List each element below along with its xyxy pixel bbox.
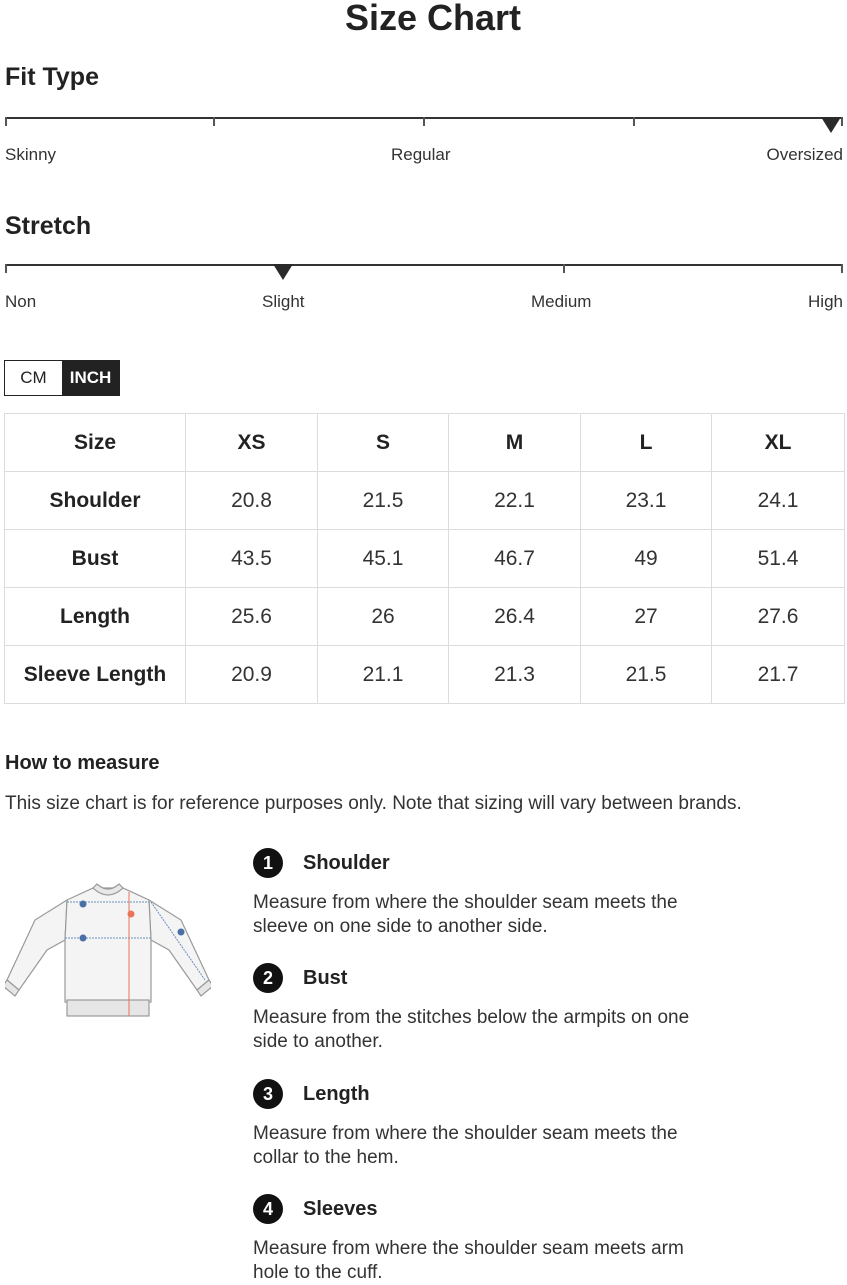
table-cell: 21.5 <box>317 471 449 530</box>
fit-type-tick <box>213 117 215 126</box>
inch-toggle-button[interactable]: INCH <box>62 361 119 395</box>
row-label: Shoulder <box>4 471 186 530</box>
stretch-label-non: Non <box>5 292 37 311</box>
unit-toggle: CM INCH <box>4 360 120 396</box>
table-cell: 45.1 <box>317 529 449 588</box>
table-cell: 46.7 <box>448 529 581 588</box>
measure-step-length: 3 Length Measure from where the shoulder… <box>253 1078 733 1170</box>
table-header-cell: XL <box>711 413 845 472</box>
table-cell: 21.5 <box>580 645 712 704</box>
step-name: Sleeves <box>303 1197 378 1220</box>
stretch-label-slight: Slight <box>262 292 305 311</box>
table-cell: 21.7 <box>711 645 845 704</box>
fit-type-tick <box>5 117 7 126</box>
stretch-tick <box>841 264 843 273</box>
table-cell: 20.8 <box>185 471 318 530</box>
stretch-heading: Stretch <box>5 212 92 240</box>
page-title: Size Chart <box>344 0 522 38</box>
measure-step-shoulder: 1 Shoulder Measure from where the should… <box>253 847 733 939</box>
table-cell: 26 <box>317 587 449 646</box>
fit-type-heading: Fit Type <box>5 63 99 91</box>
table-cell: 20.9 <box>185 645 318 704</box>
table-row: Bust 43.5 45.1 46.7 49 51.4 <box>4 529 845 588</box>
step-name: Bust <box>303 966 348 989</box>
cm-toggle-button[interactable]: CM <box>5 361 62 395</box>
stretch-marker-icon <box>273 264 293 280</box>
row-label: Bust <box>4 529 186 588</box>
table-row: Shoulder 20.8 21.5 22.1 23.1 24.1 <box>4 471 845 530</box>
table-header-cell: Size <box>4 413 186 472</box>
table-cell: 51.4 <box>711 529 845 588</box>
stretch-scale-line <box>5 264 843 266</box>
step-name: Length <box>303 1082 370 1105</box>
stretch-scale: Non Slight Medium High <box>5 264 843 324</box>
step-description: Measure from the stitches below the armp… <box>253 1007 690 1052</box>
step-name: Shoulder <box>303 851 390 874</box>
table-header-cell: M <box>448 413 581 472</box>
stretch-label-high: High <box>808 292 843 311</box>
step-number-icon: 3 <box>253 1079 283 1109</box>
fit-type-tick <box>423 117 425 126</box>
table-cell: 21.3 <box>448 645 581 704</box>
table-cell: 26.4 <box>448 587 581 646</box>
table-cell: 23.1 <box>580 471 712 530</box>
fit-type-label-skinny: Skinny <box>5 145 57 164</box>
table-cell: 25.6 <box>185 587 318 646</box>
how-to-measure-note: This size chart is for reference purpose… <box>5 793 742 814</box>
table-cell: 27.6 <box>711 587 845 646</box>
fit-type-scale: Skinny Regular Oversized <box>5 117 843 177</box>
table-cell: 24.1 <box>711 471 845 530</box>
step-number-icon: 4 <box>253 1194 283 1224</box>
table-row: Length 25.6 26 26.4 27 27.6 <box>4 587 845 646</box>
fit-type-label-oversized: Oversized <box>766 145 843 164</box>
stretch-tick <box>5 264 7 273</box>
table-cell: 43.5 <box>185 529 318 588</box>
measure-step-sleeves: 4 Sleeves Measure from where the shoulde… <box>253 1193 733 1285</box>
table-header-cell: S <box>317 413 449 472</box>
table-header-cell: XS <box>185 413 318 472</box>
table-cell: 22.1 <box>448 471 581 530</box>
table-cell: 27 <box>580 587 712 646</box>
row-label: Sleeve Length <box>4 645 186 704</box>
table-cell: 49 <box>580 529 712 588</box>
step-description: Measure from where the shoulder seam mee… <box>253 892 678 937</box>
table-header-cell: L <box>580 413 712 472</box>
measure-step-bust: 2 Bust Measure from the stitches below t… <box>253 962 733 1054</box>
table-row: Sleeve Length 20.9 21.1 21.3 21.5 21.7 <box>4 645 845 704</box>
row-label: Length <box>4 587 186 646</box>
step-number-icon: 1 <box>253 848 283 878</box>
step-number-icon: 2 <box>253 963 283 993</box>
sweater-diagram-icon <box>2 880 214 1020</box>
table-cell: 21.1 <box>317 645 449 704</box>
fit-type-tick <box>841 117 843 126</box>
fit-type-tick <box>633 117 635 126</box>
fit-type-label-regular: Regular <box>391 145 451 164</box>
stretch-label-medium: Medium <box>531 292 592 311</box>
step-description: Measure from where the shoulder seam mee… <box>253 1238 684 1283</box>
table-header-row: Size XS S M L XL <box>4 413 845 472</box>
step-description: Measure from where the shoulder seam mee… <box>253 1123 678 1168</box>
stretch-tick <box>563 264 565 273</box>
size-table: Size XS S M L XL Shoulder 20.8 21.5 22.1… <box>4 413 845 704</box>
how-to-measure-heading: How to measure <box>5 752 160 774</box>
fit-type-marker-icon <box>821 117 841 133</box>
